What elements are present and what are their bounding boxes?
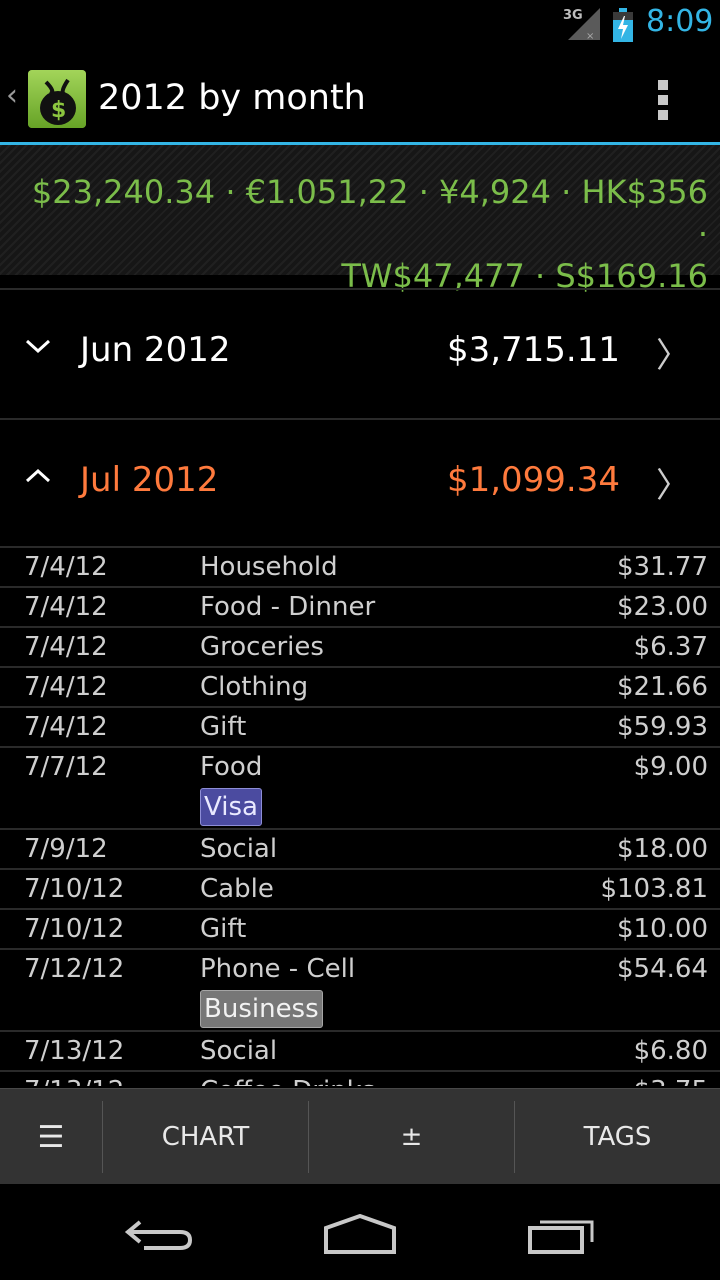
transaction-row[interactable]: 7/10/12 Cable $103.81 bbox=[0, 870, 720, 910]
chevron-right-icon[interactable]: 〉 bbox=[656, 458, 690, 507]
transaction-amount: $10.00 bbox=[617, 914, 708, 944]
transaction-row[interactable]: 7/13/12 Social $6.80 bbox=[0, 1032, 720, 1072]
month-group-jul-2012[interactable]: Jul 2012 $1,099.34 〉 bbox=[0, 422, 720, 550]
bottom-toolbar: ☰ CHART ± TAGS bbox=[0, 1088, 720, 1185]
chevron-right-icon[interactable]: 〉 bbox=[656, 328, 690, 377]
transaction-row[interactable]: 7/4/12 Household $31.77 bbox=[0, 548, 720, 588]
totals-line-2: TW$47,477 · S$169.16 bbox=[341, 257, 708, 295]
totals-line-1: $23,240.34 · €1.051,22 · ¥4,924 · HK$356… bbox=[31, 173, 708, 253]
transaction-amount: $21.66 bbox=[617, 672, 708, 702]
transaction-category: Phone - Cell bbox=[200, 954, 356, 984]
tag-badge[interactable]: Visa bbox=[200, 788, 262, 826]
recent-apps-icon[interactable] bbox=[526, 1214, 598, 1254]
month-label: Jun 2012 bbox=[80, 330, 231, 370]
transaction-amount: $6.80 bbox=[633, 1036, 708, 1066]
transaction-category: Food bbox=[200, 752, 263, 782]
overflow-menu-icon[interactable] bbox=[656, 80, 670, 124]
transaction-date: 7/7/12 bbox=[24, 752, 108, 782]
transaction-amount: $23.00 bbox=[617, 592, 708, 622]
currency-totals: $23,240.34 · €1.051,22 · ¥4,924 · HK$356… bbox=[0, 145, 720, 295]
hamburger-menu-icon[interactable]: ☰ bbox=[0, 1089, 102, 1185]
transaction-amount: $9.00 bbox=[633, 752, 708, 782]
back-icon[interactable] bbox=[124, 1214, 196, 1254]
status-time: 8:09 bbox=[646, 4, 714, 39]
chevron-up-icon[interactable] bbox=[22, 460, 54, 492]
home-icon[interactable] bbox=[322, 1214, 398, 1254]
month-label: Jul 2012 bbox=[80, 460, 219, 500]
transaction-date: 7/4/12 bbox=[24, 632, 108, 662]
transaction-row[interactable]: 7/4/12 Food - Dinner $23.00 bbox=[0, 588, 720, 628]
month-total: $3,715.11 bbox=[446, 330, 620, 370]
transaction-amount: $6.37 bbox=[633, 632, 708, 662]
action-bar: ‹ $ 2012 by month bbox=[0, 50, 720, 144]
tags-button[interactable]: TAGS bbox=[515, 1089, 720, 1185]
battery-charging-icon bbox=[612, 8, 634, 42]
transaction-category: Coffee Drinks bbox=[200, 1076, 375, 1086]
month-group-jun-2012[interactable]: Jun 2012 $3,715.11 〉 bbox=[0, 292, 720, 420]
transaction-row[interactable]: 7/9/12 Social $18.00 bbox=[0, 830, 720, 870]
chevron-down-icon[interactable] bbox=[22, 330, 54, 362]
status-bar: × 3G 8:09 bbox=[0, 0, 720, 50]
transaction-category: Food - Dinner bbox=[200, 592, 376, 622]
transaction-date: 7/13/12 bbox=[24, 1036, 125, 1066]
system-nav-bar bbox=[0, 1184, 720, 1280]
transaction-amount: $103.81 bbox=[600, 874, 708, 904]
transaction-date: 7/4/12 bbox=[24, 552, 108, 582]
transaction-amount: $3.75 bbox=[634, 1076, 708, 1086]
plus-minus-button[interactable]: ± bbox=[309, 1089, 514, 1185]
transaction-row[interactable]: 7/4/12 Clothing $21.66 bbox=[0, 668, 720, 708]
transaction-amount: $31.77 bbox=[617, 552, 708, 582]
money-bag-icon[interactable]: $ bbox=[28, 70, 86, 128]
transaction-row[interactable]: 7/7/12 Food $9.00 Visa bbox=[0, 748, 720, 830]
transaction-list[interactable]: 7/4/12 Household $31.77 7/4/12 Food - Di… bbox=[0, 548, 720, 1086]
transaction-category: Gift bbox=[200, 914, 247, 944]
transaction-category: Household bbox=[200, 552, 338, 582]
transaction-row[interactable]: 7/12/12 Phone - Cell $54.64 Business bbox=[0, 950, 720, 1032]
transaction-category: Cable bbox=[200, 874, 274, 904]
transaction-category: Groceries bbox=[200, 632, 324, 662]
transaction-row[interactable]: 7/4/12 Groceries $6.37 bbox=[0, 628, 720, 668]
transaction-category: Social bbox=[200, 834, 278, 864]
transaction-amount: $18.00 bbox=[617, 834, 708, 864]
chart-button[interactable]: CHART bbox=[103, 1089, 308, 1185]
transaction-category: Clothing bbox=[200, 672, 309, 702]
transaction-row[interactable]: 7/10/12 Gift $10.00 bbox=[0, 910, 720, 950]
transaction-date: 7/4/12 bbox=[24, 592, 108, 622]
svg-text:×: × bbox=[586, 31, 594, 42]
transaction-category: Social bbox=[200, 1036, 278, 1066]
transaction-row[interactable]: 7/4/12 Gift $59.93 bbox=[0, 708, 720, 748]
up-navigation-caret[interactable]: ‹ bbox=[6, 78, 18, 113]
transaction-amount: $54.64 bbox=[617, 954, 708, 984]
transaction-category: Gift bbox=[200, 712, 247, 742]
transaction-date: 7/10/12 bbox=[24, 874, 125, 904]
screen-title: 2012 by month bbox=[98, 78, 366, 118]
transaction-date: 7/10/12 bbox=[24, 914, 125, 944]
transaction-amount: $59.93 bbox=[617, 712, 708, 742]
transaction-row[interactable]: 7/13/12 Coffee Drinks $3.75 bbox=[0, 1072, 720, 1086]
transaction-date: 7/4/12 bbox=[24, 712, 108, 742]
signal-icon: × 3G bbox=[560, 6, 602, 42]
transaction-date: 7/9/12 bbox=[24, 834, 108, 864]
transaction-date: 7/13/12 bbox=[24, 1076, 124, 1086]
svg-text:$: $ bbox=[51, 98, 66, 123]
transaction-date: 7/12/12 bbox=[24, 954, 125, 984]
network-type-label: 3G bbox=[563, 8, 583, 23]
transaction-date: 7/4/12 bbox=[24, 672, 108, 702]
divider bbox=[0, 418, 720, 420]
month-total: $1,099.34 bbox=[446, 460, 620, 500]
tag-badge[interactable]: Business bbox=[200, 990, 323, 1028]
divider bbox=[0, 288, 720, 290]
